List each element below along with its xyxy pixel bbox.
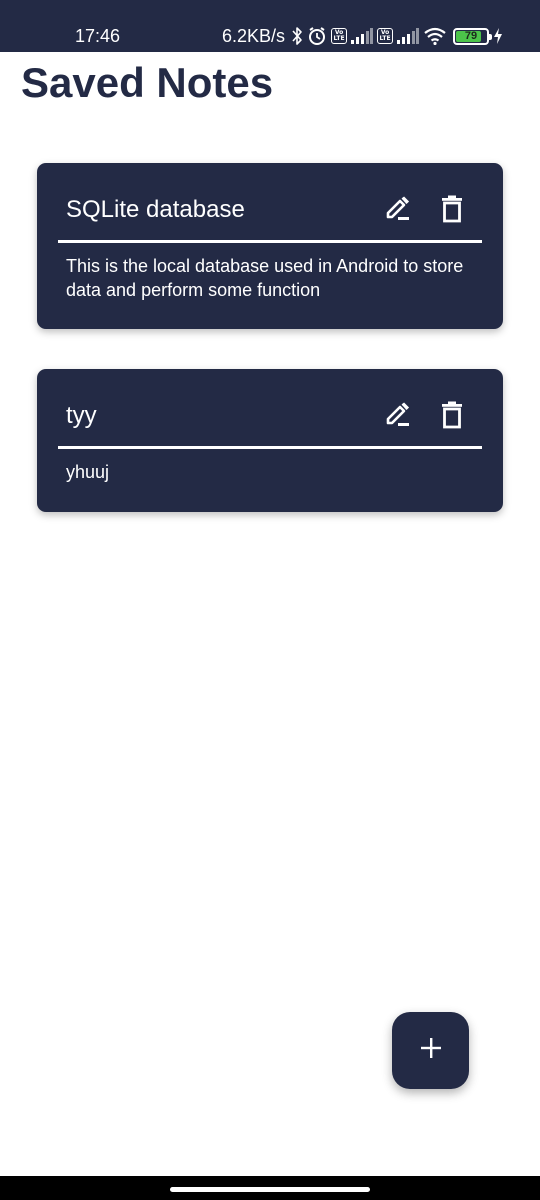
plus-icon <box>420 1037 442 1064</box>
home-indicator[interactable] <box>170 1187 370 1192</box>
status-bar: 17:46 6.2KB/s Vo LTE Vo LTE 79 <box>0 0 540 52</box>
wifi-icon <box>423 24 447 48</box>
bluetooth-icon <box>291 24 303 48</box>
note-card[interactable]: SQLite database This is the local databa… <box>37 163 503 329</box>
delete-button[interactable] <box>437 195 467 228</box>
edit-pencil-icon <box>385 402 411 433</box>
note-title: tyy <box>66 402 97 429</box>
add-note-button[interactable] <box>392 1012 469 1089</box>
edit-pencil-icon <box>385 196 411 227</box>
note-divider <box>58 240 482 243</box>
navigation-bar <box>0 1176 540 1200</box>
network-speed: 6.2KB/s <box>222 26 286 46</box>
note-body: This is the local database used in Andro… <box>66 256 464 300</box>
battery-level: 79 <box>464 30 478 42</box>
note-title: SQLite database <box>66 196 245 223</box>
note-actions <box>383 401 467 434</box>
delete-button[interactable] <box>437 401 467 434</box>
note-body: yhuuj <box>66 462 110 482</box>
charging-icon <box>493 24 503 48</box>
battery-icon: 79 <box>453 27 493 45</box>
volte-icon: Vo LTE <box>331 28 348 44</box>
status-time: 17:46 <box>75 26 121 46</box>
signal-icon <box>351 24 374 48</box>
edit-button[interactable] <box>383 196 413 226</box>
signal-icon <box>397 24 420 48</box>
note-actions <box>383 195 467 228</box>
note-card[interactable]: tyy yhuuj <box>37 369 503 512</box>
volte-icon: Vo LTE <box>377 28 394 44</box>
trash-icon <box>441 195 463 228</box>
trash-icon <box>441 401 463 434</box>
edit-button[interactable] <box>383 402 413 432</box>
app-screen: 17:46 6.2KB/s Vo LTE Vo LTE 79 Saved Not… <box>0 0 540 1200</box>
status-icons: 6.2KB/s Vo LTE Vo LTE 79 <box>222 23 503 49</box>
alarm-icon <box>307 24 327 48</box>
page-title: Saved Notes <box>21 59 274 106</box>
note-divider <box>58 446 482 449</box>
